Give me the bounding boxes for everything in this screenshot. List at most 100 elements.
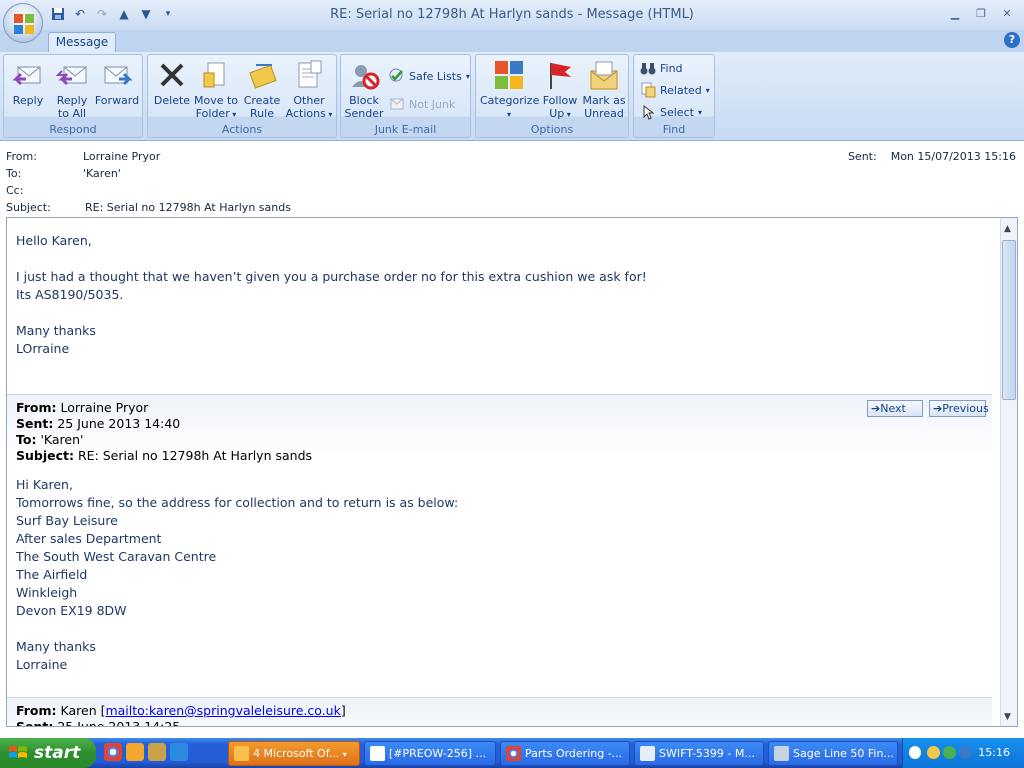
binoculars-icon (640, 63, 656, 75)
from-value[interactable]: Lorraine Pryor (83, 150, 160, 163)
from-label: From: (6, 150, 37, 163)
delete-icon (160, 63, 184, 87)
group-options: Categorize ▾ Follow Up ▾ Mark as Unread Opt… (475, 54, 629, 138)
next-arrow-icon: ➔ (871, 402, 881, 415)
body-line: Many thanks (16, 323, 96, 338)
mark-as-unread-button[interactable]: Mark as Unread (581, 59, 627, 120)
quick-launch (104, 743, 188, 761)
body-line: Its AS8190/5035. (16, 287, 124, 302)
cc-label: Cc: (6, 184, 24, 197)
follow-up-flag-icon (550, 63, 571, 89)
ribbon: Reply Reply to All Forward Respond Delete… (0, 52, 1024, 141)
other-actions-icon (298, 60, 322, 88)
previous-button[interactable]: ➔Previous (929, 400, 989, 417)
minimize-icon[interactable]: ▁ (942, 4, 968, 22)
reply-all-icon (56, 66, 87, 86)
group-label-find: Find (662, 123, 686, 136)
sent-label: Sent: (847, 150, 877, 163)
group-label-actions: Actions (221, 123, 263, 136)
follow-up-button[interactable]: Follow Up ▾ (540, 59, 580, 121)
restore-icon[interactable]: ❐ (968, 4, 994, 22)
quoted-header-1: From: Lorraine Pryor Sent: 25 June 2013 … (16, 400, 313, 463)
start-button[interactable]: start (0, 738, 96, 768)
outlook-icon[interactable] (126, 743, 144, 761)
body-line: The Airfield (16, 567, 88, 582)
help-icon[interactable]: ? (1004, 32, 1020, 48)
not-junk-button[interactable]: Not Junk (389, 95, 455, 113)
message-body[interactable]: Hello Karen, I just had a thought that w… (6, 217, 1018, 727)
windows-flag-icon (9, 746, 27, 758)
body-line: Tomorrows fine, so the address for colle… (16, 495, 459, 510)
body-line: The South West Caravan Centre (16, 549, 217, 564)
taskbar-item-preow[interactable]: [#PREOW-256] ... (364, 741, 496, 766)
not-junk-icon (390, 98, 404, 110)
block-sender-button[interactable]: Block Sender (343, 59, 385, 120)
scrollbar-thumb[interactable] (1002, 240, 1016, 400)
reply-all-button[interactable]: Reply to All (52, 59, 92, 120)
forward-icon (104, 66, 133, 86)
subject-value: RE: Serial no 12798h At Harlyn sands (85, 201, 291, 214)
body-line: Many thanks (16, 639, 96, 654)
group-respond: Reply Reply to All Forward Respond (3, 54, 143, 138)
vertical-scrollbar[interactable]: ▲ ▼ (1000, 218, 1017, 726)
message-text: Hello Karen, I just had a thought that w… (16, 232, 996, 358)
quoted-body-1: Hi Karen, Tomorrows fine, so the address… (7, 464, 992, 674)
safe-lists-button[interactable]: Safe Lists ▾ (389, 67, 470, 85)
group-label-junk-email: Junk E-mail (374, 123, 437, 136)
ie-icon[interactable] (170, 743, 188, 761)
move-to-folder-button[interactable]: Move to Folder ▾ (192, 59, 240, 121)
office-logo-icon (14, 14, 34, 34)
close-icon[interactable]: ✕ (994, 4, 1020, 22)
group-actions: Delete Move to Folder ▾ Create Rule Other A… (147, 54, 337, 138)
taskbar-item-swift[interactable]: SWIFT-5399 - M... (634, 741, 764, 766)
reply-button[interactable]: Reply (10, 59, 46, 107)
forward-button[interactable]: Forward (94, 59, 140, 107)
delete-button[interactable]: Delete (152, 59, 192, 107)
next-button[interactable]: ➔Next (867, 400, 923, 417)
tab-message[interactable]: Message (48, 32, 116, 53)
find-button[interactable]: Find (640, 59, 683, 77)
outlook-tray-icon[interactable] (927, 746, 940, 759)
scroll-down-icon[interactable]: ▼ (1004, 712, 1011, 722)
tray-expand-icon[interactable] (909, 746, 921, 759)
categorize-button[interactable]: Categorize ▾ (480, 59, 539, 121)
network-tray-icon[interactable] (943, 746, 956, 759)
window-controls: ▁ ❐ ✕ (942, 4, 1020, 22)
body-line (16, 250, 996, 268)
chrome-icon (506, 746, 521, 761)
scroll-up-icon[interactable]: ▲ (1004, 224, 1011, 234)
monitor-tray-icon[interactable] (959, 746, 972, 759)
quoted-header-2: From: Karen [mailto:karen@springvaleleis… (16, 703, 346, 727)
safe-lists-icon (389, 68, 403, 82)
outlook-message-window: ↶ ↷ ▲ ▼ ▾ RE: Serial no 12798h At Harlyn… (0, 0, 1024, 768)
taskbar-item-sage[interactable]: Sage Line 50 Fin... (768, 741, 898, 766)
taskbar-item-outlook[interactable]: 4 Microsoft Of... ▾ (228, 741, 360, 766)
ribbon-tab-row: Message ? (0, 30, 1024, 53)
body-line (16, 620, 983, 638)
create-rule-button[interactable]: Create Rule (242, 59, 282, 120)
sage-icon (774, 746, 789, 761)
to-label: To: (6, 167, 22, 180)
office-button[interactable] (3, 3, 43, 43)
group-find: Find Related ▾ Select ▾ Find (633, 54, 715, 138)
subject-label: Subject: (6, 201, 51, 214)
to-value[interactable]: 'Karen' (83, 167, 121, 180)
block-sender-icon (352, 65, 380, 90)
window-title: RE: Serial no 12798h At Harlyn sands - M… (330, 7, 694, 22)
chrome-icon[interactable] (104, 743, 122, 761)
group-label-respond: Respond (49, 123, 97, 136)
taskbar: start 4 Microsoft Of... ▾ [#PREOW-256] .… (0, 738, 1024, 768)
body-line: Surf Bay Leisure (16, 513, 118, 528)
cursor-arrow-icon (643, 104, 655, 120)
email-link[interactable]: mailto:karen@springvaleleisure.co.uk (105, 703, 340, 718)
select-button[interactable]: Select ▾ (640, 103, 702, 121)
related-button[interactable]: Related ▾ (640, 81, 710, 99)
taskbar-item-parts-ordering[interactable]: Parts Ordering -... (500, 741, 630, 766)
body-line: Hi Karen, (16, 477, 73, 492)
quoted-message-1: From: Lorraine Pryor Sent: 25 June 2013 … (7, 394, 992, 694)
body-line: After sales Department (16, 531, 162, 546)
app-icon[interactable] (148, 743, 166, 761)
other-actions-button[interactable]: Other Actions ▾ (284, 59, 334, 121)
system-tray: 15:16 (902, 738, 1024, 768)
quoted-message-2: From: Karen [mailto:karen@springvaleleis… (7, 697, 992, 727)
